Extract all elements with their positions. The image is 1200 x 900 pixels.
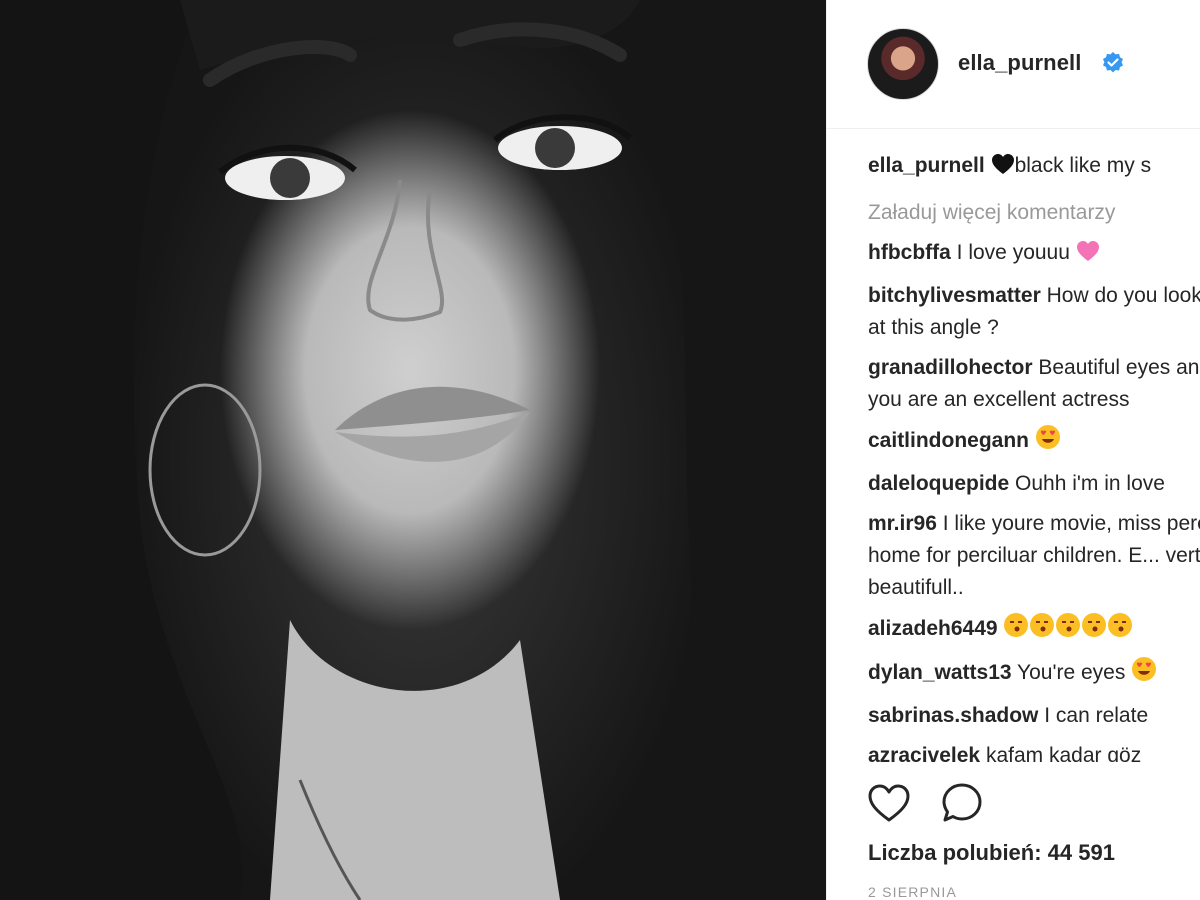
post-date: 2 SIERPNIA <box>868 884 958 900</box>
comments-list: ella_purnell black like my s Załaduj wię… <box>868 150 1200 770</box>
comment-item: bitchylivesmatter How do you look so goo… <box>868 280 1200 344</box>
comment-bubble-icon[interactable] <box>941 782 983 829</box>
heart-eyes-emoji-icon <box>1035 424 1061 460</box>
avatar[interactable] <box>867 28 939 100</box>
comment-username[interactable]: azracivelek <box>868 744 980 762</box>
comment-item: azracivelek kafam kadar göz <box>868 740 1200 762</box>
comment-username[interactable]: daleloquepide <box>868 472 1009 495</box>
comment-username[interactable]: granadillohector <box>868 356 1033 379</box>
heart-outline-icon[interactable] <box>867 783 911 828</box>
post-caption: ella_purnell black like my s <box>868 150 1200 185</box>
kiss-face-emoji-icon <box>1003 612 1133 648</box>
load-more-comments-link[interactable]: Załaduj więcej komentarzy <box>868 197 1200 229</box>
comment-item: mr.ir96 I like youre movie, miss peregri… <box>868 508 1200 604</box>
post-photo[interactable] <box>0 0 826 900</box>
comment-text: I can relate <box>1044 704 1149 727</box>
post-actions <box>867 782 1009 826</box>
verified-badge-icon <box>1103 52 1123 73</box>
comment-username[interactable]: sabrinas.shadow <box>868 704 1038 727</box>
black-heart-icon <box>991 153 1015 185</box>
comment-text: You're eyes <box>1017 661 1126 684</box>
post-header: ella_purnell <box>827 0 1200 129</box>
comment-username[interactable]: bitchylivesmatter <box>868 284 1041 307</box>
likes-count[interactable]: Liczba polubień: 44 591 <box>868 840 1115 866</box>
comment-item: dylan_watts13 You're eyes <box>868 656 1200 692</box>
pink-heart-icon <box>1076 240 1100 272</box>
comment-item: hfbcbffa I love youuu <box>868 237 1200 272</box>
comment-text: I love youuu <box>956 241 1070 264</box>
heart-eyes-emoji-icon <box>1131 656 1157 692</box>
comment-text: Ouhh i'm in love <box>1015 472 1165 495</box>
comment-username[interactable]: dylan_watts13 <box>868 661 1012 684</box>
comment-username[interactable]: hfbcbffa <box>868 241 951 264</box>
comment-username[interactable]: alizadeh6449 <box>868 617 998 640</box>
comment-item: granadillohector Beautiful eyes and lips… <box>868 352 1200 416</box>
comment-text: kafam kadar göz <box>985 744 1142 762</box>
comment-username[interactable]: caitlindonegann <box>868 429 1029 452</box>
portrait-illustration <box>0 0 826 900</box>
comment-username[interactable]: mr.ir96 <box>868 512 937 535</box>
comment-item: alizadeh6449 <box>868 612 1200 648</box>
caption-text: black like my s <box>1014 154 1152 177</box>
caption-username[interactable]: ella_purnell <box>868 154 985 177</box>
comment-item: sabrinas.shadow I can relate <box>868 700 1200 732</box>
owner-username[interactable]: ella_purnell <box>958 50 1081 76</box>
comment-item: daleloquepide Ouhh i'm in love <box>868 468 1200 500</box>
comment-item: caitlindonegann <box>868 424 1200 460</box>
post-side-panel: ella_purnell ella_purnell black like my … <box>826 0 1200 900</box>
